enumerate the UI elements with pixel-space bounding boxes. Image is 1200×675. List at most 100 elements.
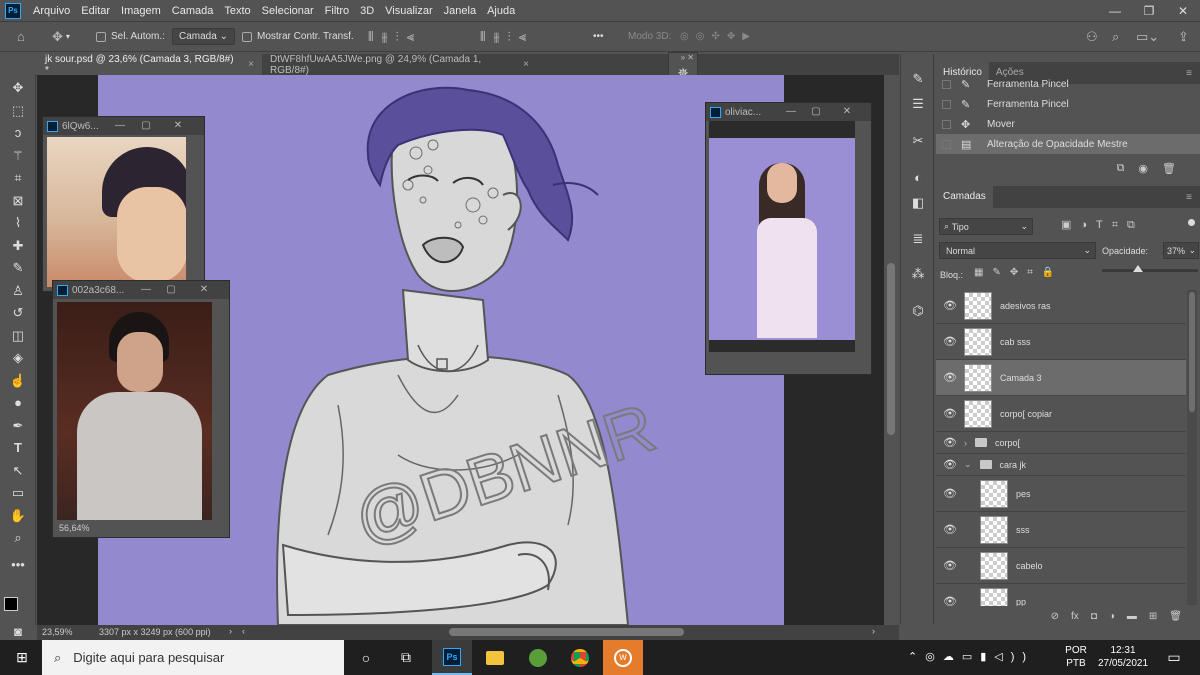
filter-toggle[interactable] bbox=[1188, 219, 1195, 226]
filter-icons[interactable]: ▣◑T⌗⧉ bbox=[1061, 218, 1144, 232]
hand-tool-icon[interactable]: ✋ bbox=[8, 506, 28, 526]
rectangle-tool-icon[interactable]: ▭ bbox=[8, 483, 28, 503]
visibility-eye-icon[interactable]: 👁 bbox=[936, 559, 964, 572]
visibility-eye-icon[interactable]: 👁 bbox=[936, 523, 964, 536]
share-icon[interactable]: ⚇ bbox=[1086, 22, 1098, 51]
snapshot-icon[interactable]: ◉ bbox=[1138, 162, 1148, 175]
lasso-tool-icon[interactable]: ↄ bbox=[8, 123, 28, 143]
cortana-icon[interactable]: ○ bbox=[346, 640, 386, 675]
tab-dtwf8[interactable]: DtWF8hfUwAA5JWe.png @ 24,9% (Camada 1, R… bbox=[262, 54, 537, 76]
magic-wand-icon[interactable]: ⚚ bbox=[8, 146, 28, 166]
floating-window-ref2[interactable]: 002a3c68... — ▢ ✕ 56,64% bbox=[52, 280, 230, 538]
notifications-icon[interactable]: ▭ bbox=[1154, 640, 1194, 675]
menu-ajuda[interactable]: Ajuda bbox=[485, 5, 517, 17]
visibility-eye-icon[interactable]: 👁 bbox=[936, 299, 964, 312]
dodge-tool-icon[interactable]: ● bbox=[8, 393, 28, 413]
opacity-slider-track[interactable] bbox=[1102, 265, 1198, 272]
group-collapsed-chevron-icon[interactable]: › bbox=[964, 438, 967, 448]
foreground-color-swatch[interactable] bbox=[4, 597, 18, 611]
tab-camadas[interactable]: Camadas bbox=[936, 186, 993, 208]
window-titlebar[interactable]: oliviac... — ▢ ✕ bbox=[706, 103, 871, 121]
crop-tool-icon[interactable]: ⌗ bbox=[8, 168, 28, 188]
opacity-input[interactable]: 37% ⌄ bbox=[1163, 242, 1199, 259]
more-options-button[interactable]: ••• bbox=[593, 22, 604, 51]
photoshop-taskbar-icon[interactable]: Ps bbox=[432, 640, 472, 675]
quick-mask-icon[interactable]: ◙ bbox=[8, 622, 28, 642]
auto-select-dropdown[interactable]: Camada ⌄ bbox=[172, 22, 235, 51]
panel-menu-icon[interactable]: ≡ bbox=[1186, 68, 1192, 79]
minimize-icon[interactable]: — bbox=[135, 281, 157, 299]
close-tab-icon[interactable]: × bbox=[248, 59, 254, 70]
clock[interactable]: 12:31 27/05/2021 bbox=[1094, 644, 1152, 670]
smudge-tool-icon[interactable]: ☝ bbox=[8, 371, 28, 391]
visibility-eye-icon[interactable]: 👁 bbox=[936, 487, 964, 500]
task-view-icon[interactable]: ⧉ bbox=[386, 640, 426, 675]
auto-select-checkbox[interactable] bbox=[96, 31, 106, 42]
layer-row[interactable]: 👁 pes bbox=[936, 476, 1186, 512]
minimize-icon[interactable]: — bbox=[109, 117, 131, 135]
eyedropper-icon[interactable]: ⌇ bbox=[8, 213, 28, 233]
windows-start-icon[interactable]: ⊞ bbox=[2, 640, 42, 675]
system-tray-icons[interactable]: ⌃◎☁▭▮◁)) bbox=[908, 650, 1034, 663]
new-layer-icon[interactable]: ⊞ bbox=[1149, 611, 1157, 625]
maximize-icon[interactable]: ▢ bbox=[805, 103, 827, 121]
close-icon[interactable]: ✕ bbox=[836, 103, 858, 121]
menu-camada[interactable]: Camada bbox=[170, 5, 216, 17]
history-item[interactable]: ✎ Ferramenta Pincel bbox=[936, 94, 1200, 114]
delete-icon[interactable]: 🗑 bbox=[1162, 162, 1176, 175]
taskbar-search[interactable]: ⌕ Digite aqui para pesquisar bbox=[42, 640, 344, 675]
mask-icon[interactable]: ◘ bbox=[1091, 611, 1097, 625]
layer-row[interactable]: 👁 cab sss bbox=[936, 324, 1186, 360]
layer-row[interactable]: 👁 sss bbox=[936, 512, 1186, 548]
maximize-icon[interactable]: ▢ bbox=[135, 117, 157, 135]
history-checkbox[interactable] bbox=[942, 79, 951, 89]
pen-tool-icon[interactable]: ✒ bbox=[8, 416, 28, 436]
paths-icon[interactable]: ⌬ bbox=[908, 301, 928, 321]
window-titlebar[interactable]: 002a3c68... — ▢ ✕ bbox=[53, 281, 229, 299]
scroll-thumb[interactable] bbox=[887, 263, 895, 435]
scroll-left-icon[interactable]: ‹ bbox=[242, 626, 245, 636]
layers-scrollbar[interactable] bbox=[1187, 290, 1197, 605]
menu-visualizar[interactable]: Visualizar bbox=[383, 5, 435, 17]
menu-editar[interactable]: Editar bbox=[79, 5, 112, 17]
window-titlebar[interactable]: 6lQw6... — ▢ ✕ bbox=[43, 117, 204, 135]
chrome-icon[interactable] bbox=[560, 640, 600, 675]
layer-row[interactable]: 👁 adesivos ras bbox=[936, 288, 1186, 324]
floating-window-ref3[interactable]: oliviac... — ▢ ✕ bbox=[705, 102, 872, 375]
menu-filtro[interactable]: Filtro bbox=[323, 5, 351, 17]
menu-arquivo[interactable]: Arquivo bbox=[31, 5, 72, 17]
history-checkbox[interactable] bbox=[942, 139, 951, 149]
delete-layer-icon[interactable]: 🗑 bbox=[1169, 611, 1182, 625]
layer-row[interactable]: 👁 cabelo bbox=[936, 548, 1186, 584]
move-tool-preset-icon[interactable]: ✥ ▾ bbox=[52, 22, 70, 51]
adjustment-layer-icon[interactable]: ◑ bbox=[1109, 611, 1115, 625]
align-icons[interactable]: ⫴⫵⫶⫷ bbox=[368, 22, 422, 51]
status-zoom[interactable]: 23,59% bbox=[42, 627, 73, 637]
menu-selecionar[interactable]: Selecionar bbox=[260, 5, 316, 17]
type-tool-icon[interactable]: T bbox=[8, 438, 28, 458]
visibility-eye-icon[interactable]: 👁 bbox=[936, 458, 964, 471]
visibility-eye-icon[interactable]: 👁 bbox=[936, 436, 964, 449]
layer-row-selected[interactable]: 👁 Camada 3 bbox=[936, 360, 1186, 396]
layer-filter-dropdown[interactable]: ⌕ Tipo ⌄ bbox=[939, 218, 1033, 235]
move-tool-icon[interactable]: ✥ bbox=[8, 78, 28, 98]
status-arrow-icon[interactable]: › bbox=[229, 626, 232, 636]
language-indicator[interactable]: POR PTB bbox=[1064, 644, 1088, 670]
menu-3d[interactable]: 3D bbox=[358, 5, 376, 17]
floating-window-ref1[interactable]: 6lQw6... — ▢ ✕ bbox=[42, 116, 205, 292]
path-select-icon[interactable]: ↖ bbox=[8, 461, 28, 481]
history-item[interactable]: ✥ Mover bbox=[936, 114, 1200, 134]
zoom-tool-icon[interactable]: ⌕ bbox=[8, 528, 28, 548]
panel-menu-icon[interactable]: ≡ bbox=[1186, 192, 1192, 203]
brush-tool-icon[interactable]: ✎ bbox=[8, 258, 28, 278]
w-app-icon[interactable]: w bbox=[603, 640, 643, 675]
file-explorer-icon[interactable] bbox=[475, 640, 515, 675]
lock-icons[interactable]: ▦✎✥⌗🔒 bbox=[974, 267, 1063, 278]
paint-bucket-icon[interactable]: ◈ bbox=[8, 348, 28, 368]
new-document-from-state-icon[interactable]: ⧉ bbox=[1117, 162, 1125, 175]
close-icon[interactable]: ✕ bbox=[1166, 0, 1200, 21]
home-icon[interactable]: ⌂ bbox=[17, 22, 25, 51]
adjust-sliders-icon[interactable]: ☰ bbox=[908, 94, 928, 114]
healing-brush-icon[interactable]: ✚ bbox=[8, 236, 28, 256]
tools-preset-icon[interactable]: ✂ bbox=[908, 131, 928, 151]
